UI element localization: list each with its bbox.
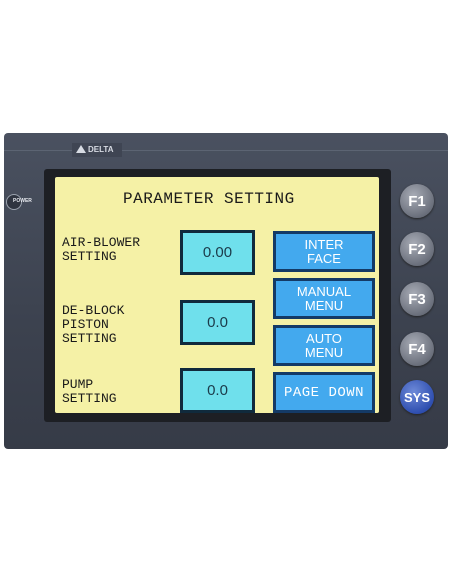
page-down-button[interactable]: PAGE DOWN (273, 372, 375, 413)
auto-menu-button[interactable]: AUTO MENU (273, 325, 375, 366)
air-blower-value-field[interactable]: 0.00 (180, 230, 255, 275)
lcd-screen: PARAMETER SETTING AIR-BLOWER SETTING 0.0… (55, 177, 379, 413)
f2-key[interactable]: F2 (400, 232, 434, 266)
de-block-piston-value-field[interactable]: 0.0 (180, 300, 255, 345)
f4-key[interactable]: F4 (400, 332, 434, 366)
pump-label: PUMP SETTING (62, 377, 117, 406)
brand-logo: DELTA (72, 143, 122, 157)
manual-menu-button[interactable]: MANUAL MENU (273, 278, 375, 319)
air-blower-label: AIR-BLOWER SETTING (62, 235, 141, 264)
sys-key[interactable]: SYS (400, 380, 434, 414)
interface-button[interactable]: INTER FACE (273, 231, 375, 272)
bezel-line (4, 150, 448, 151)
f3-key[interactable]: F3 (400, 282, 434, 316)
screen-frame: PARAMETER SETTING AIR-BLOWER SETTING 0.0… (44, 169, 391, 422)
pump-value-field[interactable]: 0.0 (180, 368, 255, 413)
hmi-device: DELTA POWER PARAMETER SETTING AIR-BLOWER… (4, 133, 448, 449)
delta-logo-icon (76, 145, 86, 153)
power-label: POWER (13, 198, 32, 204)
page-title: PARAMETER SETTING (123, 190, 295, 208)
de-block-piston-label: DE-BLOCK PISTON SETTING (62, 303, 125, 346)
f1-key[interactable]: F1 (400, 184, 434, 218)
